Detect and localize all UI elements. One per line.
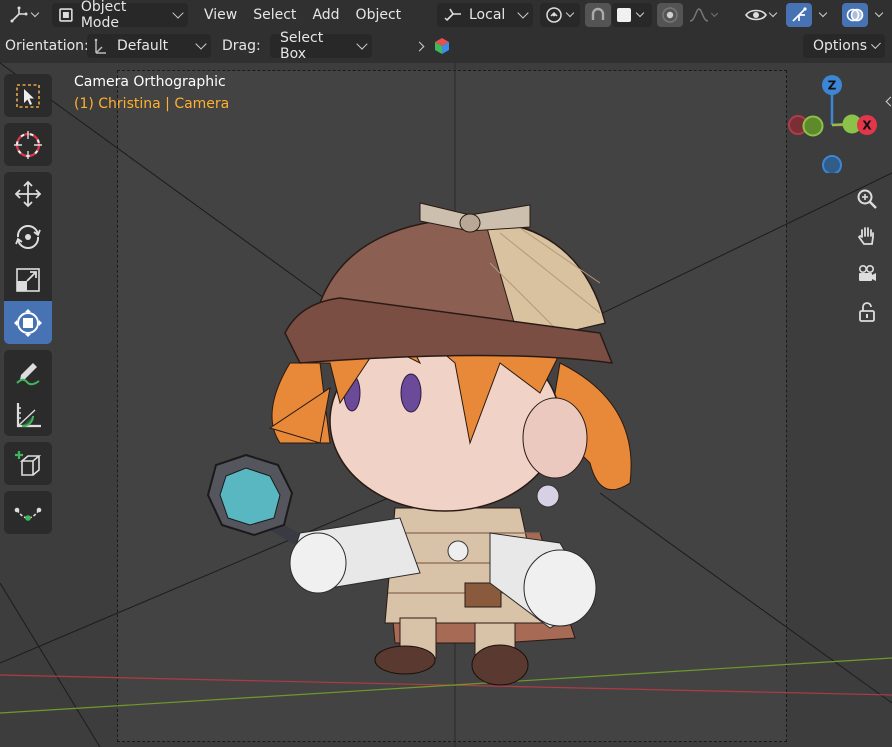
move-icon	[14, 180, 42, 207]
header-menus: View Select Add Object	[196, 3, 409, 27]
viewport-subtitle: (1) Christina | Camera	[74, 96, 230, 112]
tool-select-box[interactable]	[4, 74, 52, 117]
magnet-icon	[591, 7, 605, 20]
tool-measure[interactable]	[4, 393, 52, 436]
orientation-setting-value: Default	[117, 38, 169, 54]
default-orientation-icon	[94, 38, 106, 54]
tool-group-select	[4, 74, 52, 117]
falloff-dropdown[interactable]	[685, 3, 721, 27]
sidebar-toggle[interactable]	[884, 95, 892, 109]
lock-camera-button[interactable]	[852, 297, 882, 327]
orientation-setting-label: Orientation:	[5, 38, 89, 54]
tool-rotate[interactable]	[4, 215, 52, 258]
overlay-icon	[846, 8, 864, 22]
lock-icon	[859, 302, 875, 322]
hand-pan-icon	[857, 227, 874, 245]
menu-object[interactable]: Object	[348, 3, 410, 27]
tool-settings-bar: Orientation: Default Drag: Select Box Op…	[0, 30, 892, 63]
tool-extrude[interactable]	[4, 491, 52, 534]
axis-neg-y-icon[interactable]	[802, 115, 824, 137]
3d-viewport[interactable]: Camera Orthographic (1) Christina | Came…	[0, 63, 892, 747]
transform-gizmo-icon	[10, 6, 27, 23]
eye-icon	[744, 9, 767, 21]
camera-icon	[858, 264, 876, 281]
axis-x-label: X	[862, 119, 872, 133]
menu-view[interactable]: View	[196, 3, 245, 27]
pivot-point-dropdown[interactable]	[540, 3, 580, 27]
gizmo-dropdown[interactable]	[814, 3, 832, 27]
transform-icon	[14, 308, 42, 337]
tool-move[interactable]	[4, 172, 52, 215]
tool-scale[interactable]	[4, 258, 52, 301]
tool-shelf	[4, 74, 52, 540]
zoom-icon	[857, 189, 877, 209]
tool-cursor[interactable]	[4, 123, 52, 166]
menu-add[interactable]: Add	[304, 3, 347, 27]
select-box-icon	[16, 83, 40, 108]
chevron-right-icon	[414, 41, 425, 51]
tool-transform[interactable]	[4, 301, 52, 344]
scene-render	[0, 63, 892, 747]
scale-icon	[16, 267, 40, 292]
transform-orientation-dropdown[interactable]: Local	[437, 3, 533, 27]
pan-button[interactable]	[852, 221, 882, 251]
viewport-title: Camera Orthographic	[74, 74, 226, 90]
drag-dropdown[interactable]: Select Box	[270, 30, 372, 62]
annotate-icon	[16, 362, 40, 385]
viewport-header: Object Mode View Select Add Object Local	[0, 0, 892, 31]
axis-z-label: Z	[828, 79, 837, 93]
rotate-icon	[15, 224, 41, 249]
mode-label: Object Mode	[80, 0, 127, 31]
chevron-left-icon	[885, 96, 892, 107]
camera-view-button[interactable]	[852, 259, 882, 289]
snap-target-dropdown[interactable]	[612, 3, 652, 27]
menu-select[interactable]: Select	[245, 3, 304, 27]
options-dropdown[interactable]: Options	[803, 34, 885, 58]
add-cube-icon	[15, 450, 42, 476]
orientation-setting-dropdown[interactable]: Default	[87, 34, 211, 58]
editor-type-button[interactable]	[4, 3, 42, 27]
overlay-dropdown[interactable]	[870, 3, 888, 27]
axis-neg-z-icon[interactable]	[822, 155, 842, 173]
gizmo-icon	[792, 7, 807, 22]
proportional-edit-icon	[662, 7, 678, 23]
hue-cube-icon	[435, 38, 449, 54]
extrude-icon	[14, 507, 42, 521]
mode-dropdown[interactable]: Object Mode	[52, 0, 188, 31]
tool-group-add	[4, 442, 52, 485]
tool-group-transform	[4, 172, 52, 344]
tool-group-cursor	[4, 123, 52, 166]
tool-add-cube[interactable]	[4, 442, 52, 485]
drag-value: Select Box	[280, 30, 324, 62]
measure-icon	[16, 402, 41, 427]
local-axes-icon	[444, 8, 461, 21]
overlay-toggle[interactable]	[842, 3, 868, 27]
zoom-button[interactable]	[852, 184, 882, 214]
falloff-curve-icon	[689, 8, 709, 22]
gizmo-toggle[interactable]	[786, 3, 812, 27]
tool-group-extrude	[4, 491, 52, 534]
cursor-icon	[14, 130, 42, 159]
snap-toggle[interactable]	[585, 3, 611, 27]
tool-group-annotate	[4, 350, 52, 436]
proportional-edit-toggle[interactable]	[657, 3, 683, 27]
tool-annotate[interactable]	[4, 350, 52, 393]
drag-label: Drag:	[222, 38, 261, 54]
link-icon	[546, 7, 562, 23]
tool-settings-expand[interactable]	[414, 34, 451, 58]
options-label: Options	[813, 38, 868, 54]
object-mode-icon	[59, 8, 73, 22]
orientation-label: Local	[469, 7, 506, 23]
navigation-gizmo[interactable]: X Z	[785, 73, 885, 173]
visibility-dropdown[interactable]	[740, 3, 780, 27]
